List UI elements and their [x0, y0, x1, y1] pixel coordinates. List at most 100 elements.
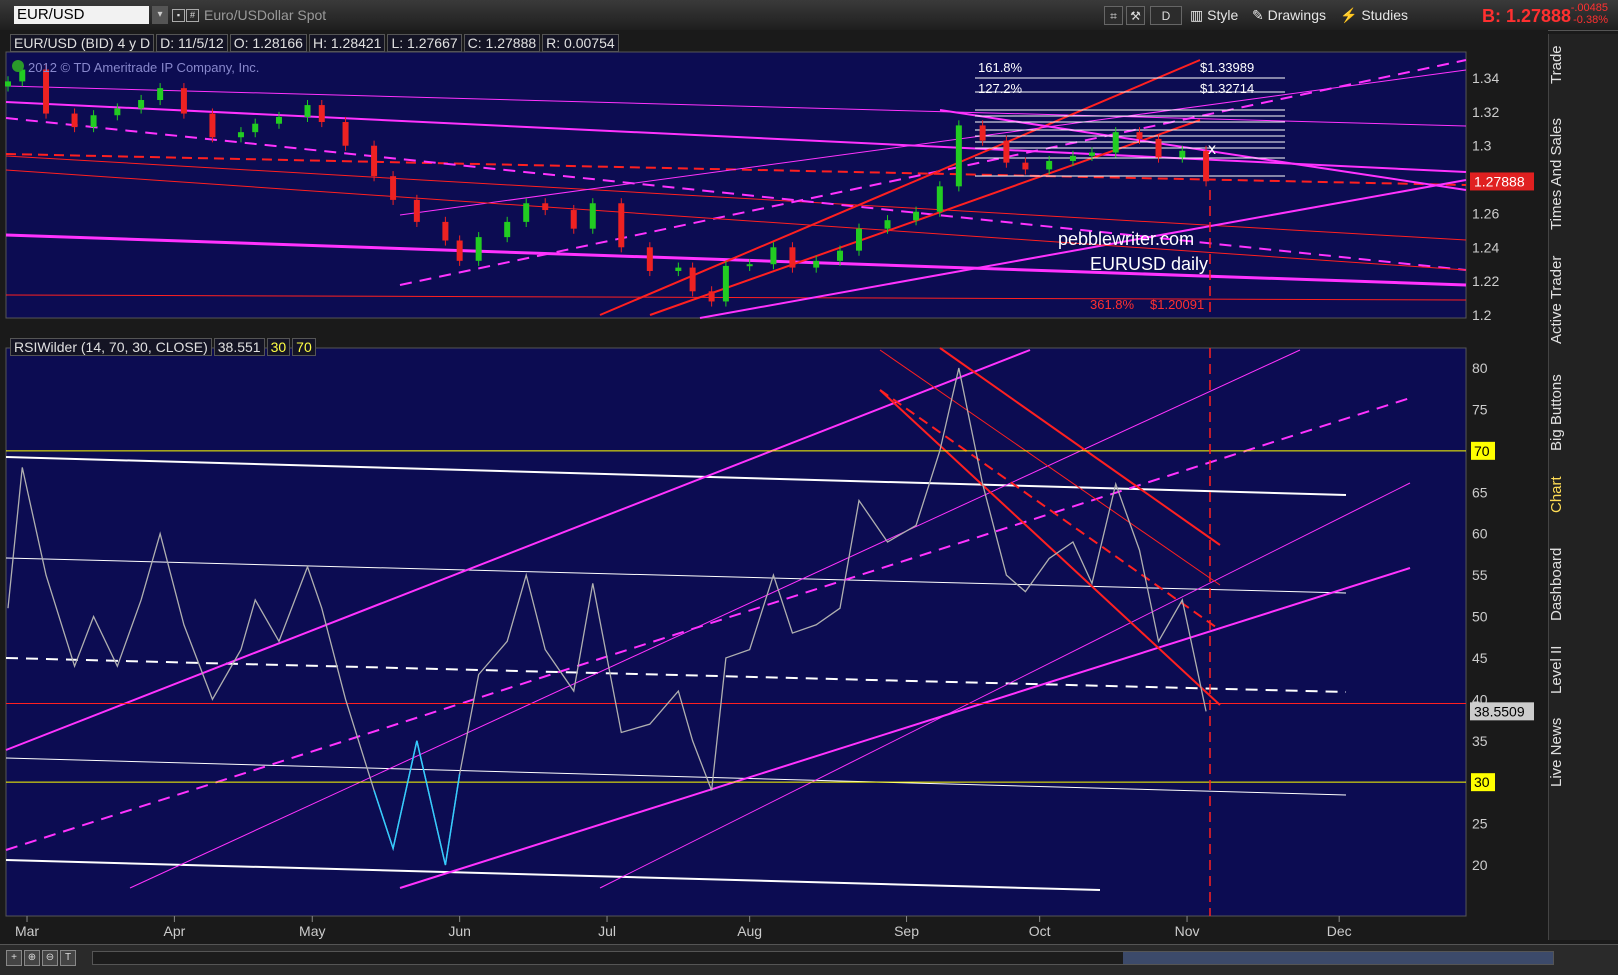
site-annotation: pebblewriter.com	[1058, 229, 1194, 249]
x-axis-tick: Aug	[737, 923, 762, 939]
x-axis-tick: Dec	[1327, 923, 1352, 939]
x-axis-tick: Sep	[894, 923, 919, 939]
symbol-description: Euro/USDollar Spot	[204, 7, 327, 23]
candle-body	[413, 199, 420, 222]
wrench-icon[interactable]: ⚒	[1126, 6, 1145, 25]
style-button[interactable]: ▥ Style	[1190, 6, 1238, 25]
candle-body	[884, 220, 891, 229]
candle-body	[955, 125, 962, 187]
price-high: H: 1.28421	[308, 34, 386, 52]
rsi-axis-tick: 55	[1472, 567, 1488, 583]
tab-dashboard[interactable]: Dashboard	[1548, 542, 1578, 626]
tab-active-trader[interactable]: Active Trader	[1548, 250, 1578, 350]
tab-big-buttons[interactable]: Big Buttons	[1548, 368, 1578, 458]
bid-price: B: 1.27888	[1482, 6, 1572, 26]
scrollbar-thumb[interactable]	[1123, 952, 1553, 964]
rsi-panel	[5, 347, 1467, 917]
candle-body	[442, 221, 449, 241]
candle-body	[542, 203, 549, 211]
last-price-label: 1.27888	[1474, 173, 1525, 189]
link-icon[interactable]: ▪	[172, 9, 185, 22]
zoom-out-icon[interactable]: +	[6, 950, 22, 966]
candle-body	[318, 105, 325, 123]
candle-body	[1069, 155, 1076, 161]
price-axis-tick: 1.26	[1472, 205, 1499, 221]
price-axis-tick: 1.24	[1472, 239, 1499, 255]
rsi-axis-tick: 60	[1472, 526, 1488, 542]
candle-body	[390, 176, 397, 200]
rsi-axis-tick: 35	[1472, 733, 1488, 749]
text-tool-icon[interactable]: T	[60, 950, 76, 966]
fib-361-label: 361.8%	[1090, 297, 1135, 312]
candle-body	[1046, 160, 1053, 170]
candle-body	[1155, 138, 1162, 158]
candle-body	[813, 260, 820, 268]
rsi-lower: 30	[266, 338, 291, 356]
rsi-axis-tick: 20	[1472, 857, 1488, 873]
candle-body	[71, 113, 78, 128]
grid-icon[interactable]: #	[186, 9, 199, 22]
price-change: -.00485 -0.38%	[1571, 2, 1608, 26]
chart-canvas[interactable]: 1.341.321.31.281.261.241.221.21.27888161…	[0, 30, 1548, 944]
marker-x: x	[1208, 141, 1216, 158]
rsi-axis-tick: 25	[1472, 816, 1488, 832]
candle-body	[1022, 162, 1029, 170]
candle-body	[5, 81, 11, 87]
rsi-axis-tick: 45	[1472, 650, 1488, 666]
price-axis-tick: 1.34	[1472, 70, 1499, 86]
candle-body	[114, 108, 121, 116]
crosshair-icon[interactable]: ⌗	[1104, 6, 1123, 25]
candle-body	[836, 250, 843, 261]
candle-body	[342, 122, 349, 146]
candle-body	[618, 203, 625, 248]
candle-body	[456, 240, 463, 261]
change-abs: -.00485	[1570, 2, 1608, 14]
candle-body	[180, 88, 187, 114]
zoom-reset-icon[interactable]: ⊖	[42, 950, 58, 966]
candle-body	[1088, 152, 1095, 156]
candle-body	[689, 267, 696, 292]
tab-chart[interactable]: Chart	[1548, 470, 1578, 520]
studies-button[interactable]: ⚡ Studies	[1340, 6, 1408, 25]
fib-161-value: $1.33989	[1200, 60, 1254, 75]
tab-times-and-sales[interactable]: Times And Sales	[1548, 112, 1578, 237]
rsi-axis-tick: 75	[1472, 401, 1488, 417]
candle-body	[675, 267, 682, 271]
change-pct: -0.38%	[1573, 14, 1608, 26]
candle-body	[237, 132, 244, 138]
candle-body	[157, 88, 164, 101]
tab-trade[interactable]: Trade	[1548, 40, 1578, 90]
price-low: L: 1.27667	[387, 34, 462, 52]
candle-body	[1112, 132, 1119, 153]
fib-127-value: $1.32714	[1200, 81, 1254, 96]
symbol-input[interactable]: EUR/USD	[14, 6, 149, 24]
candle-body	[1136, 132, 1143, 139]
symbol-dropdown-icon[interactable]: ▾	[152, 6, 168, 24]
x-axis-tick: Oct	[1029, 923, 1051, 939]
candle-body	[708, 291, 715, 302]
candle-body	[746, 264, 753, 267]
settings-icon[interactable]	[12, 60, 24, 72]
tab-live-news[interactable]: Live News	[1548, 712, 1578, 792]
drawings-button[interactable]: ✎ Drawings	[1252, 6, 1326, 25]
price-close: C: 1.27888	[463, 34, 541, 52]
price-header: EUR/USD (BID) 4 y D D: 11/5/12 O: 1.28166 H…	[10, 34, 621, 52]
zoom-in-icon[interactable]: ⊕	[24, 950, 40, 966]
x-axis-tick: Apr	[163, 923, 185, 939]
candle-body	[252, 123, 259, 133]
rsi-axis-tick: 65	[1472, 484, 1488, 500]
x-axis-tick: Jun	[448, 923, 471, 939]
candle-body	[789, 247, 796, 268]
chart-scrollbar[interactable]	[92, 951, 1554, 965]
rsi-value-label: 38.5509	[1474, 703, 1525, 719]
candle-body	[90, 115, 97, 128]
top-toolbar: EUR/USD ▾ ▪ # Euro/USDollar Spot ⌗ ⚒ D ▥…	[0, 0, 1618, 31]
display-mode-icon[interactable]: D	[1150, 6, 1182, 25]
candle-body	[913, 211, 920, 221]
tab-level-ii[interactable]: Level II	[1548, 640, 1578, 700]
rsi-axis-tick: 50	[1472, 609, 1488, 625]
fib-161-label: 161.8%	[978, 60, 1023, 75]
x-axis-tick: Nov	[1175, 923, 1200, 939]
price-date: D: 11/5/12	[156, 34, 228, 52]
rsi-header: RSIWilder (14, 70, 30, CLOSE) 38.551 30 70	[10, 338, 318, 356]
